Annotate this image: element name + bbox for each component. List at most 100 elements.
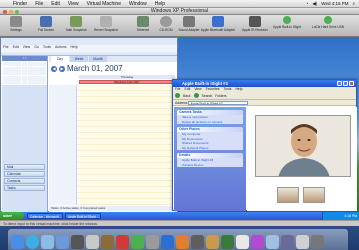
nav-mail[interactable]: Mail xyxy=(4,164,45,170)
photo-booth-icon[interactable] xyxy=(266,235,279,249)
imovie-icon[interactable] xyxy=(71,235,84,249)
isight-button[interactable]: Apple Built-in iSight xyxy=(270,16,304,36)
hour-grid[interactable] xyxy=(49,85,177,205)
preview-icon[interactable] xyxy=(86,235,99,249)
delete-pictures-link[interactable]: Delete all pictures on camera xyxy=(177,120,243,125)
photo-thumbnail[interactable] xyxy=(277,187,299,203)
vm-toolbar: Settings Full Screen Take Snapshot Rever… xyxy=(0,15,359,37)
full-screen-button[interactable]: Full Screen xyxy=(31,16,61,36)
taskbar-item-isight[interactable]: Apple Built-in iSight #3 xyxy=(65,213,101,219)
mini-calendar[interactable] xyxy=(2,61,47,85)
ir-receiver-button[interactable]: Apple IR Receiver xyxy=(240,16,270,36)
outlook-menu-actions[interactable]: Actions xyxy=(55,45,66,50)
outlook-menu-edit[interactable]: Edit xyxy=(13,45,19,50)
nav-tasks[interactable]: Tasks xyxy=(4,185,45,191)
settings-icon xyxy=(10,16,22,27)
minimize-icon[interactable] xyxy=(337,81,342,86)
network-places-link[interactable]: My Network Places xyxy=(177,146,243,151)
trash-icon[interactable] xyxy=(311,235,324,249)
lacie-drive-button[interactable]: LaCie Hard Drive USB xyxy=(306,16,350,36)
folders-button[interactable]: Folders xyxy=(215,94,226,98)
explorer-titlebar[interactable]: Apple Built-in iSight #3 xyxy=(173,80,356,87)
time-column xyxy=(49,85,77,205)
start-button[interactable]: start xyxy=(0,212,24,220)
camera-preview-image[interactable] xyxy=(255,115,351,177)
menu-help[interactable]: Help xyxy=(151,1,169,7)
explorer-menu-help[interactable]: Help xyxy=(235,87,242,92)
address-label: Address xyxy=(175,101,188,105)
address-input[interactable]: Apple Built-in iSight #3 xyxy=(188,101,249,106)
menu-file[interactable]: File xyxy=(31,1,47,7)
menu-finder[interactable]: Finder xyxy=(9,1,31,7)
day-slots[interactable] xyxy=(79,85,175,205)
vm-window-title: Windows XP Professional xyxy=(150,8,209,14)
ical-icon[interactable] xyxy=(116,235,129,249)
menu-view[interactable]: View xyxy=(64,1,83,7)
tab-week[interactable]: Week xyxy=(70,56,88,62)
wifi-icon[interactable]: ◔ xyxy=(306,1,309,7)
explorer-menu-file[interactable]: File xyxy=(175,87,180,92)
tab-month[interactable]: Month xyxy=(89,56,107,62)
take-snapshot-button[interactable]: Take Snapshot xyxy=(61,16,91,36)
vm-window-titlebar: Windows XP Professional xyxy=(0,8,359,15)
outlook-menu-help[interactable]: Help xyxy=(71,45,78,50)
forward-icon[interactable] xyxy=(193,93,199,98)
safari-icon[interactable] xyxy=(26,235,39,249)
garageband-icon[interactable] xyxy=(221,235,234,249)
documents-stack-icon[interactable] xyxy=(296,235,309,249)
menu-window[interactable]: Window xyxy=(125,1,151,7)
menu-edit[interactable]: Edit xyxy=(47,1,64,7)
explorer-menu-favorites[interactable]: Favorites xyxy=(206,87,220,92)
taskbar-item-calendar[interactable]: Calendar - Microsoft ... xyxy=(27,213,63,219)
camera-preview-area xyxy=(247,107,357,211)
close-icon[interactable] xyxy=(349,81,354,86)
outlook-menu-tools[interactable]: Tools xyxy=(43,45,51,50)
outlook-menu-file[interactable]: File xyxy=(3,45,9,50)
mail-icon[interactable] xyxy=(41,235,54,249)
bluetooth-button[interactable]: Apple Bluetooth Adapter xyxy=(200,16,236,36)
nav-calendar[interactable]: Calendar xyxy=(4,171,45,177)
maximize-icon[interactable] xyxy=(343,81,348,86)
system-preferences-icon[interactable] xyxy=(146,235,159,249)
menubar-clock[interactable]: Wed 4:16 PM xyxy=(321,1,348,7)
back-icon[interactable] xyxy=(175,93,180,98)
minimize-icon[interactable] xyxy=(9,9,13,14)
outlook-menu-go[interactable]: Go xyxy=(34,45,39,50)
explorer-menu-view[interactable]: View xyxy=(194,87,201,92)
volume-icon[interactable]: ◀) xyxy=(312,1,317,7)
outlook-menu-view[interactable]: View xyxy=(23,45,31,50)
finder-icon[interactable] xyxy=(11,235,24,249)
address-book-icon[interactable] xyxy=(206,235,219,249)
revert-snapshot-button[interactable]: Revert Snapshot xyxy=(91,16,121,36)
photo-thumbnail[interactable] xyxy=(303,187,325,203)
next-day-icon[interactable]: ▶ xyxy=(59,65,65,72)
outlook-window: File Edit View Go Tools Actions Help ‹ ›… xyxy=(0,37,178,212)
itunes-store-icon[interactable] xyxy=(251,235,264,249)
textedit-icon[interactable] xyxy=(236,235,249,249)
explorer-menu-edit[interactable]: Edit xyxy=(184,87,190,92)
address-bar: Address Apple Built-in iSight #3 xyxy=(173,100,356,106)
zoom-icon[interactable] xyxy=(15,9,19,14)
itunes-icon[interactable] xyxy=(56,235,69,249)
close-icon[interactable] xyxy=(3,9,7,14)
menu-virtual-machine[interactable]: Virtual Machine xyxy=(83,1,125,7)
ichat-icon[interactable] xyxy=(131,235,144,249)
tray-clock[interactable]: 4:16 PM xyxy=(344,214,357,218)
settings-button[interactable]: Settings xyxy=(1,16,31,36)
explorer-menu-tools[interactable]: Tools xyxy=(224,87,232,92)
vmware-icon[interactable] xyxy=(161,235,174,249)
tab-day[interactable]: Day xyxy=(51,56,69,62)
dashboard-icon[interactable] xyxy=(281,235,294,249)
details-panel: Details Apple Built-in iSight #3 Camera … xyxy=(177,153,243,167)
all-day-event[interactable]: Windows Feb 2007 xyxy=(79,80,175,84)
back-button[interactable]: Back xyxy=(183,94,191,98)
usb-connected-icon xyxy=(283,16,291,24)
firefox-icon[interactable] xyxy=(176,235,189,249)
terminal-icon[interactable] xyxy=(191,235,204,249)
previous-day-icon[interactable]: ◀ xyxy=(51,65,57,72)
nav-contacts[interactable]: Contacts xyxy=(4,178,45,184)
iphoto-icon[interactable] xyxy=(101,235,114,249)
outlook-titlebar xyxy=(1,38,177,45)
search-button[interactable]: Search xyxy=(202,94,213,98)
spotlight-icon[interactable]: ⌕ xyxy=(352,1,355,7)
